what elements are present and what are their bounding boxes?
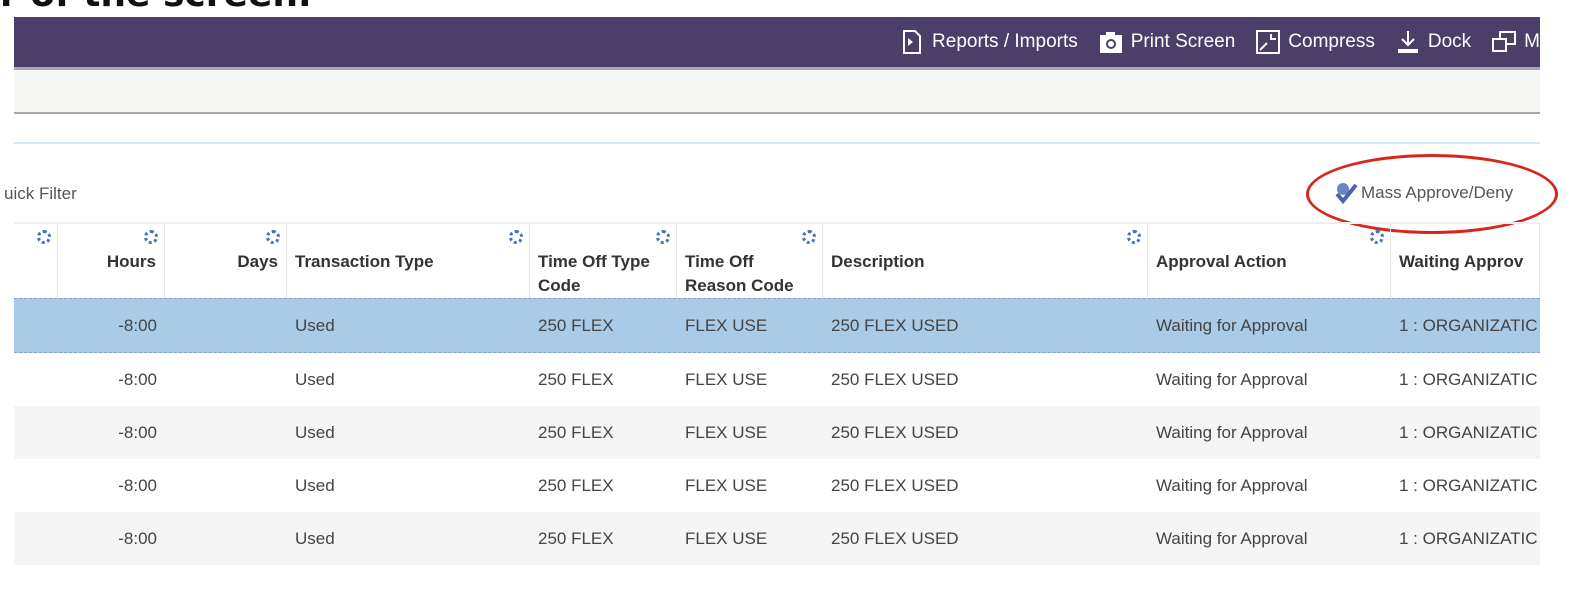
window-icon [1492, 31, 1517, 52]
maximize-button[interactable]: M [1491, 29, 1540, 55]
column-header[interactable] [14, 224, 58, 298]
gear-icon[interactable] [802, 230, 816, 244]
table-cell: Waiting for Approval [1156, 475, 1308, 495]
table-row[interactable]: -8:00 Used 250 FLEX FLEX USE 250 FLEX USED Wa… [14, 512, 1540, 565]
gear-icon[interactable] [37, 230, 51, 244]
compress-button[interactable]: Compress [1255, 29, 1375, 55]
gear-icon[interactable] [509, 230, 523, 244]
gear-icon[interactable] [1370, 230, 1384, 244]
print-screen-button[interactable]: Print Screen [1098, 29, 1235, 55]
data-grid: Hours Days Transaction Type Time Off Type C… [14, 222, 1540, 565]
table-cell: Waiting for Approval [1156, 422, 1308, 442]
table-cell: FLEX USE [685, 422, 768, 442]
column-header[interactable]: Description [823, 224, 1148, 298]
table-cell: FLEX USE [685, 475, 768, 495]
column-header[interactable]: Time Off Reason Code [677, 224, 823, 298]
table-row[interactable]: -8:00 Used 250 FLEX FLEX USE 250 FLEX USED Wa… [14, 406, 1540, 459]
grid-header: Hours Days Transaction Type Time Off Type C… [14, 222, 1540, 298]
table-cell: -8:00 [118, 369, 157, 389]
quick-filter-link[interactable]: uick Filter [4, 184, 77, 204]
sub-toolbar [14, 70, 1540, 114]
report-icon [903, 30, 922, 54]
table-cell: 250 FLEX [538, 315, 614, 335]
table-cell: 1 : ORGANIZATIC [1399, 315, 1538, 335]
table-cell: Waiting for Approval [1156, 315, 1308, 335]
table-cell: 250 FLEX [538, 369, 614, 389]
table-cell: -8:00 [118, 422, 157, 442]
table-row[interactable]: -8:00 Used 250 FLEX FLEX USE 250 FLEX USED Wa… [14, 298, 1540, 353]
table-cell: 250 FLEX [538, 475, 614, 495]
column-header[interactable]: Waiting Approv [1391, 224, 1540, 298]
table-cell: Used [295, 475, 335, 495]
table-cell: Used [295, 315, 335, 335]
table-cell: 250 FLEX [538, 528, 614, 548]
table-cell: Waiting for Approval [1156, 528, 1308, 548]
gear-icon[interactable] [1127, 230, 1141, 244]
column-header[interactable]: Days [165, 224, 287, 298]
caption-text: r of the screen. [0, 0, 312, 15]
table-cell: 1 : ORGANIZATIC [1399, 475, 1538, 495]
gear-icon[interactable] [266, 230, 280, 244]
table-cell: FLEX USE [685, 528, 768, 548]
table-cell: Used [295, 528, 335, 548]
table-cell: -8:00 [118, 315, 157, 335]
table-cell: 250 FLEX USED [831, 422, 959, 442]
table-cell: Waiting for Approval [1156, 369, 1308, 389]
table-cell: Used [295, 369, 335, 389]
column-header[interactable]: Transaction Type [287, 224, 530, 298]
table-cell: Used [295, 422, 335, 442]
table-cell: FLEX USE [685, 315, 768, 335]
table-cell: 250 FLEX USED [831, 475, 959, 495]
table-cell: 250 FLEX USED [831, 369, 959, 389]
column-header[interactable]: Time Off Type Code [530, 224, 677, 298]
column-header[interactable]: Hours [58, 224, 165, 298]
gear-icon[interactable] [656, 230, 670, 244]
table-row[interactable]: -8:00 Used 250 FLEX FLEX USE 250 FLEX USED Wa… [14, 353, 1540, 406]
dock-icon [1397, 31, 1418, 53]
table-cell: 1 : ORGANIZATIC [1399, 422, 1538, 442]
table-row[interactable]: -8:00 Used 250 FLEX FLEX USE 250 FLEX USED Wa… [14, 459, 1540, 512]
table-cell: 250 FLEX [538, 422, 614, 442]
column-header[interactable]: Approval Action [1148, 224, 1391, 298]
table-cell: -8:00 [118, 475, 157, 495]
camera-icon [1099, 32, 1122, 53]
table-cell: 1 : ORGANIZATIC [1399, 528, 1538, 548]
divider [14, 142, 1540, 144]
dock-button[interactable]: Dock [1395, 29, 1471, 55]
top-toolbar: Reports / Imports Print Screen Compress … [14, 17, 1540, 70]
reports-imports-button[interactable]: Reports / Imports [899, 29, 1078, 55]
table-cell: 250 FLEX USED [831, 315, 959, 335]
table-cell: FLEX USE [685, 369, 768, 389]
compress-icon [1256, 30, 1281, 54]
table-cell: -8:00 [118, 528, 157, 548]
gear-icon[interactable] [144, 230, 158, 244]
table-cell: 1 : ORGANIZATIC [1399, 369, 1538, 389]
table-cell: 250 FLEX USED [831, 528, 959, 548]
